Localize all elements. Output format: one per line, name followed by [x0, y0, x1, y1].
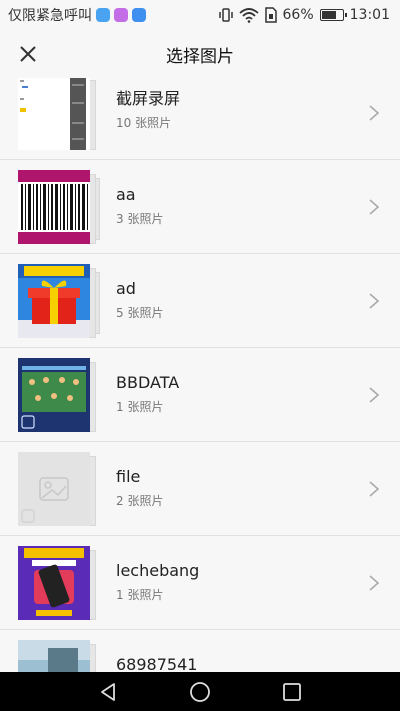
album-count: 10 张照片 [116, 116, 172, 130]
promo-thumb [18, 546, 90, 620]
album-count: 3 张照片 [116, 212, 164, 226]
battery-level [321, 11, 337, 19]
album-text: lechebang 1 张照片 [116, 560, 199, 603]
album-row-68987541[interactable]: 68987541 [0, 630, 400, 672]
album-row-aa[interactable]: aa 3 张照片 [0, 160, 400, 254]
album-count: 1 张照片 [116, 400, 164, 414]
sim-icon [264, 7, 277, 23]
album-row-file[interactable]: file 2 张照片 [0, 442, 400, 536]
album-text: ad 5 张照片 [116, 278, 163, 321]
title-bar: 选择图片 [0, 30, 400, 78]
back-triangle-icon[interactable] [97, 681, 119, 703]
system-nav-bar [0, 672, 400, 711]
album-count: 1 张照片 [116, 588, 164, 602]
album-name: ad [116, 279, 136, 298]
home-circle-icon[interactable] [189, 681, 211, 703]
status-right: 66% 13:01 [218, 7, 390, 23]
album-count: 2 张照片 [116, 494, 164, 508]
battery-icon [319, 9, 347, 21]
vibrate-icon [218, 8, 233, 22]
photo-thumb [18, 640, 90, 672]
album-thumbnail [18, 358, 100, 432]
chevron-right-icon [369, 105, 380, 121]
album-text: 截屏录屏 10 张照片 [116, 88, 180, 131]
status-left: 仅限紧急呼叫 [8, 5, 219, 25]
heart-badge-icon [132, 8, 146, 22]
album-name: lechebang [116, 561, 200, 580]
album-text: BBDATA 1 张照片 [116, 372, 179, 415]
album-thumbnail [18, 78, 100, 150]
chevron-right-icon [369, 575, 380, 591]
album-thumbnail [18, 546, 100, 620]
album-name: aa [116, 185, 136, 204]
album-name: BBDATA [116, 373, 180, 392]
chevron-right-icon [369, 387, 380, 403]
album-name: file [116, 467, 141, 486]
album-name: 68987541 [116, 655, 198, 672]
wifi-icon [238, 8, 259, 23]
album-thumbnail [18, 170, 100, 244]
chevron-right-icon [369, 481, 380, 497]
page-title: 选择图片 [166, 46, 234, 67]
album-thumbnail [18, 452, 100, 526]
album-row-screenshots[interactable]: 截屏录屏 10 张照片 [0, 78, 400, 160]
album-text: file 2 张照片 [116, 466, 163, 509]
album-text: aa 3 张照片 [116, 184, 163, 227]
team-thumb [18, 358, 90, 432]
clock: 13:01 [349, 7, 390, 23]
screenshot-thumb [18, 78, 90, 150]
battery-percent: 66% [282, 7, 314, 23]
album-list[interactable]: 截屏录屏 10 张照片 aa 3 张照片 ad 5 张照片 BBDATA 1 张… [0, 78, 400, 672]
status-bar: 仅限紧急呼叫 66% 13:01 [0, 0, 400, 30]
placeholder-image-icon [18, 452, 90, 526]
chevron-right-icon [369, 293, 380, 309]
gift-thumb [18, 264, 90, 338]
album-thumbnail [18, 264, 100, 338]
album-count: 5 张照片 [116, 306, 164, 320]
chat-badge-icon [96, 8, 110, 22]
album-row-lechebang[interactable]: lechebang 1 张照片 [0, 536, 400, 630]
album-row-ad[interactable]: ad 5 张照片 [0, 254, 400, 348]
album-text: 68987541 [116, 654, 197, 672]
album-thumbnail [18, 640, 100, 672]
close-icon[interactable] [14, 40, 42, 68]
carrier-text: 仅限紧急呼叫 [8, 8, 92, 24]
album-row-bbdata[interactable]: BBDATA 1 张照片 [0, 348, 400, 442]
chevron-right-icon [369, 199, 380, 215]
album-name: 截屏录屏 [116, 89, 181, 108]
barcode-thumb [18, 170, 90, 244]
recent-square-icon[interactable] [281, 681, 303, 703]
gallery-badge-icon [114, 8, 128, 22]
